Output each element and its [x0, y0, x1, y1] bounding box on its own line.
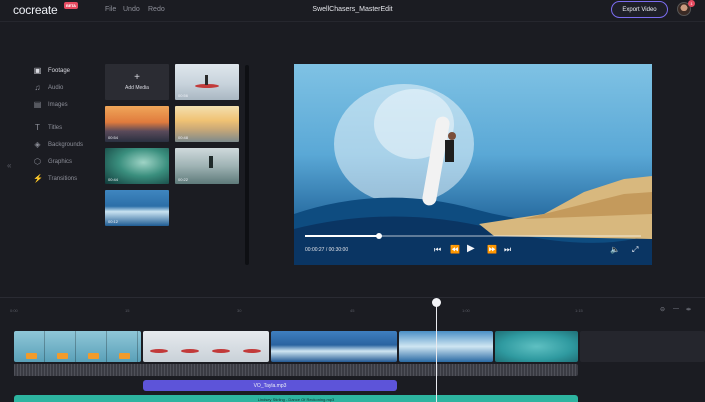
tick-label: 15	[125, 308, 130, 313]
media-scrollbar[interactable]	[245, 65, 249, 265]
zoom-out-icon[interactable]: ⊖	[660, 306, 665, 313]
graphics-icon: ⬡	[34, 157, 41, 166]
plus-icon: +	[134, 72, 140, 83]
clip-duration: 00:44	[108, 177, 119, 182]
add-media-label: Add Media	[125, 85, 149, 91]
clip-duration: 00:12	[108, 219, 119, 224]
project-title[interactable]: SwellChasers_MasterEdit	[312, 6, 392, 13]
timeline-clip[interactable]	[399, 331, 493, 362]
tick-label: 45	[350, 308, 355, 313]
video-preview[interactable]: 00:00:27 / 00:30:00 ⏮ ⏪ ▶ ⏩ ⏭ 🔈 ⤢	[294, 64, 652, 265]
sidebar-item-images[interactable]: ▤ Images	[33, 96, 103, 113]
logo-text: cocreate	[13, 3, 58, 17]
tick-label: 1:00	[462, 308, 470, 313]
beta-badge: BETA	[64, 2, 78, 9]
media-clip[interactable]: 00:12	[105, 190, 169, 226]
sidebar-item-footage[interactable]: ▣ Footage	[33, 62, 103, 79]
media-clip[interactable]: 00:56	[175, 64, 239, 100]
skip-back-icon[interactable]: ⏮	[434, 245, 441, 255]
menu-redo[interactable]: Redo	[148, 6, 165, 13]
fast-forward-icon[interactable]: ⏩	[487, 245, 497, 254]
sidebar-item-label: Footage	[48, 67, 71, 74]
clip-marker	[57, 353, 68, 359]
music-label: Lindsey Stirling - Dance Of Reckoning.mp…	[257, 397, 335, 402]
notification-badge: 1	[688, 0, 695, 7]
app-logo[interactable]: cocreate BETA	[13, 2, 78, 17]
media-clip[interactable]: 00:44	[105, 148, 169, 184]
tick-label: 30	[237, 308, 242, 313]
timeline-clip[interactable]	[271, 331, 397, 362]
sidebar-item-label: Images	[48, 101, 68, 108]
progress-fill	[305, 235, 379, 237]
layers-icon: ◈	[34, 140, 41, 149]
sidebar-item-label: Graphics	[48, 158, 73, 165]
volume-icon[interactable]: 🔈	[610, 245, 620, 254]
sidebar-item-label: Backgrounds	[48, 141, 84, 148]
menu-file[interactable]: File	[105, 6, 116, 13]
sidebar-item-transitions[interactable]: ⚡ Transitions	[33, 170, 103, 187]
timeline-clip[interactable]	[14, 331, 141, 362]
voiceover-clip[interactable]: VO_Tayla.mp3	[143, 380, 397, 391]
export-video-button[interactable]: Export Video	[611, 1, 668, 18]
fit-timeline-icon[interactable]: ⇹	[686, 306, 691, 313]
media-clip[interactable]: 00:48	[175, 106, 239, 142]
asset-sidebar: ▣ Footage ♫ Audio ▤ Images T Titles ◈ Ba…	[33, 62, 103, 187]
zoom-slider-icon[interactable]: —	[673, 306, 679, 312]
clip-marker	[88, 353, 99, 359]
audio-icon: ♫	[34, 83, 41, 92]
audio-waveform	[14, 364, 578, 376]
progress-knob[interactable]	[375, 233, 382, 239]
clip-duration: 00:56	[178, 93, 189, 98]
menu-undo[interactable]: Undo	[123, 6, 140, 13]
play-icon[interactable]: ▶	[467, 243, 475, 254]
clip-marker	[26, 353, 37, 359]
transition-icon: ⚡	[33, 174, 43, 183]
clip-duration: 00:22	[178, 177, 189, 182]
sidebar-item-label: Titles	[48, 124, 63, 131]
rewind-icon[interactable]: ⏪	[450, 245, 460, 254]
timecode: 00:00:27 / 00:30:00	[305, 247, 349, 253]
preview-progress[interactable]	[305, 233, 641, 239]
tick-label: 1:15	[575, 308, 583, 313]
clip-duration: 00:48	[178, 135, 189, 140]
add-media-button[interactable]: + Add Media	[105, 64, 169, 100]
sidebar-item-backgrounds[interactable]: ◈ Backgrounds	[33, 136, 103, 153]
media-clip[interactable]: 00:54	[105, 106, 169, 142]
film-icon: ▣	[33, 66, 42, 75]
timeline-clip[interactable]	[143, 331, 269, 362]
clip-thumbnails	[150, 349, 261, 353]
text-icon: T	[35, 123, 40, 132]
sidebar-item-label: Audio	[48, 84, 64, 91]
media-clip[interactable]: 00:22	[175, 148, 239, 184]
timeline-empty-slot[interactable]	[580, 331, 705, 362]
skip-forward-icon[interactable]: ⏭	[504, 245, 511, 255]
music-clip[interactable]: Lindsey Stirling - Dance Of Reckoning.mp…	[14, 395, 578, 402]
clip-marker	[119, 353, 130, 359]
playhead-handle[interactable]	[432, 298, 441, 307]
sidebar-item-graphics[interactable]: ⬡ Graphics	[33, 153, 103, 170]
sidebar-item-audio[interactable]: ♫ Audio	[33, 79, 103, 96]
image-icon: ▤	[33, 100, 42, 109]
tick-label: 0:00	[10, 308, 18, 313]
sidebar-item-titles[interactable]: T Titles	[33, 119, 103, 136]
clip-duration: 00:54	[108, 135, 119, 140]
playhead-line	[436, 303, 437, 402]
voiceover-label: VO_Tayla.mp3	[253, 382, 287, 389]
timeline-clip[interactable]	[495, 331, 578, 362]
fullscreen-icon[interactable]: ⤢	[632, 245, 638, 255]
sidebar-item-label: Transitions	[48, 175, 78, 182]
collapse-sidebar-icon[interactable]: «	[7, 161, 11, 170]
